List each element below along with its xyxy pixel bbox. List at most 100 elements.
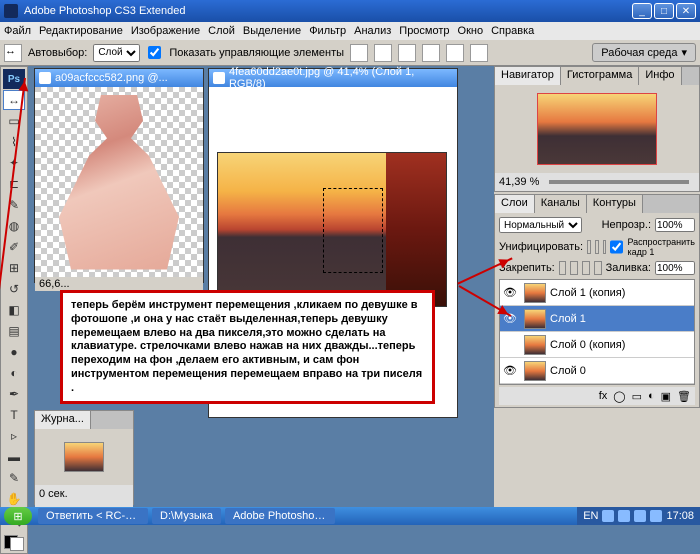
- selection-marquee: [323, 188, 383, 273]
- eyedropper-tool[interactable]: ✎: [3, 468, 25, 488]
- layer-row[interactable]: Слой 0 (копия): [500, 332, 694, 358]
- layer-row[interactable]: 👁Слой 1 (копия): [500, 280, 694, 306]
- dodge-tool[interactable]: ◐: [3, 363, 25, 383]
- folder-icon[interactable]: ▭: [632, 390, 642, 403]
- taskbar: ⊞ Ответить < RC-MIR.... D:\Музыка Adobe …: [0, 507, 700, 525]
- doc1-titlebar[interactable]: a09acfccc582.png @...: [35, 69, 203, 87]
- trash-icon[interactable]: 🗑: [677, 390, 691, 403]
- align-icon[interactable]: [470, 44, 488, 62]
- autoselect-label: Автовыбор:: [28, 47, 87, 59]
- align-icon[interactable]: [446, 44, 464, 62]
- ps-icon[interactable]: Ps: [3, 69, 25, 89]
- align-icon[interactable]: [398, 44, 416, 62]
- history-panel[interactable]: Журна... 0 сек. Всегда: [34, 410, 134, 505]
- taskbar-item[interactable]: D:\Музыка: [152, 508, 221, 524]
- fx-icon[interactable]: fx: [599, 390, 608, 402]
- lasso-tool[interactable]: ⌇: [3, 132, 25, 152]
- menu-image[interactable]: Изображение: [131, 25, 200, 37]
- move-tool[interactable]: ↔: [3, 90, 25, 110]
- menu-layer[interactable]: Слой: [208, 25, 235, 37]
- taskbar-item[interactable]: Ответить < RC-MIR....: [38, 508, 148, 524]
- lock-icon[interactable]: [582, 261, 590, 275]
- history-tab[interactable]: Журна...: [35, 411, 91, 429]
- tab-paths[interactable]: Контуры: [587, 195, 643, 213]
- opacity-input[interactable]: [655, 218, 695, 232]
- lock-icon[interactable]: [559, 261, 567, 275]
- zoom-slider[interactable]: [549, 180, 689, 184]
- eraser-tool[interactable]: ◧: [3, 300, 25, 320]
- menu-filter[interactable]: Фильтр: [309, 25, 346, 37]
- propagate-checkbox[interactable]: [610, 240, 623, 254]
- tab-histogram[interactable]: Гистограмма: [561, 67, 640, 85]
- align-icon[interactable]: [374, 44, 392, 62]
- tray-icon[interactable]: [634, 510, 646, 522]
- hand-tool[interactable]: ✋: [3, 489, 25, 509]
- doc2-titlebar[interactable]: 4fea60dd2ae0t.jpg @ 41,4% (Слой 1, RGB/8…: [209, 69, 457, 87]
- eye-icon[interactable]: 👁: [500, 364, 520, 377]
- tray-icon[interactable]: [602, 510, 614, 522]
- menu-edit[interactable]: Редактирование: [39, 25, 123, 37]
- layer-thumb: [524, 361, 546, 381]
- navigator-thumb[interactable]: [537, 93, 657, 165]
- crop-tool[interactable]: ⊏: [3, 174, 25, 194]
- fill-input[interactable]: [655, 261, 695, 275]
- slice-tool[interactable]: ✎: [3, 195, 25, 215]
- propagate-label: Распространить кадр 1: [627, 237, 695, 257]
- show-controls-checkbox[interactable]: [148, 46, 161, 59]
- stamp-tool[interactable]: ⊞: [3, 258, 25, 278]
- type-tool[interactable]: T: [3, 405, 25, 425]
- menu-help[interactable]: Справка: [491, 25, 534, 37]
- layer-row[interactable]: 👁Слой 0: [500, 358, 694, 384]
- shape-tool[interactable]: ▬: [3, 447, 25, 467]
- unify-icon[interactable]: [587, 240, 591, 254]
- align-icon[interactable]: [422, 44, 440, 62]
- close-button[interactable]: ✕: [676, 3, 696, 19]
- workspace-button[interactable]: Рабочая среда ▾: [592, 43, 696, 62]
- tab-channels[interactable]: Каналы: [535, 195, 587, 213]
- brush-tool[interactable]: ✐: [3, 237, 25, 257]
- gradient-tool[interactable]: ▤: [3, 321, 25, 341]
- menu-view[interactable]: Просмотр: [399, 25, 449, 37]
- lock-icon[interactable]: [594, 261, 602, 275]
- color-swatch[interactable]: [4, 535, 24, 551]
- new-layer-icon[interactable]: ▣: [661, 390, 671, 403]
- taskbar-item[interactable]: Adobe Photoshop CS...: [225, 508, 335, 524]
- tray-icon[interactable]: [618, 510, 630, 522]
- align-icon[interactable]: [350, 44, 368, 62]
- minimize-button[interactable]: _: [632, 3, 652, 19]
- lock-icon[interactable]: [570, 261, 578, 275]
- eye-icon[interactable]: 👁: [500, 286, 520, 299]
- doc1-canvas[interactable]: [35, 87, 203, 277]
- menu-analysis[interactable]: Анализ: [354, 25, 391, 37]
- start-button[interactable]: ⊞: [4, 507, 32, 525]
- blend-mode-dropdown[interactable]: Нормальный: [499, 217, 582, 233]
- tab-layers[interactable]: Слои: [495, 195, 535, 213]
- clock[interactable]: 17:08: [666, 510, 694, 522]
- autoselect-dropdown[interactable]: Слой: [93, 44, 140, 62]
- adjustment-icon[interactable]: ◐: [648, 390, 655, 402]
- path-tool[interactable]: ▹: [3, 426, 25, 446]
- menu-window[interactable]: Окно: [458, 25, 484, 37]
- heal-tool[interactable]: ◍: [3, 216, 25, 236]
- layer-row[interactable]: 👁Слой 1: [500, 306, 694, 332]
- history-brush-tool[interactable]: ↺: [3, 279, 25, 299]
- pen-tool[interactable]: ✒: [3, 384, 25, 404]
- wand-tool[interactable]: ✦: [3, 153, 25, 173]
- maximize-button[interactable]: □: [654, 3, 674, 19]
- lang-indicator[interactable]: EN: [583, 510, 598, 522]
- sunset-image: [217, 152, 447, 307]
- history-thumb[interactable]: [64, 442, 104, 472]
- unify-icon[interactable]: [603, 240, 607, 254]
- move-tool-icon[interactable]: ↔: [4, 44, 22, 62]
- tab-info[interactable]: Инфо: [639, 67, 681, 85]
- mask-icon[interactable]: ◯: [613, 390, 625, 403]
- unify-icon[interactable]: [595, 240, 599, 254]
- menu-file[interactable]: Файл: [4, 25, 31, 37]
- tab-navigator[interactable]: Навигатор: [495, 67, 561, 85]
- tray-icon[interactable]: [650, 510, 662, 522]
- eye-icon[interactable]: 👁: [500, 312, 520, 325]
- marquee-tool[interactable]: ▭: [3, 111, 25, 131]
- document-1[interactable]: a09acfccc582.png @... 66,6...: [34, 68, 204, 283]
- blur-tool[interactable]: ●: [3, 342, 25, 362]
- menu-select[interactable]: Выделение: [243, 25, 301, 37]
